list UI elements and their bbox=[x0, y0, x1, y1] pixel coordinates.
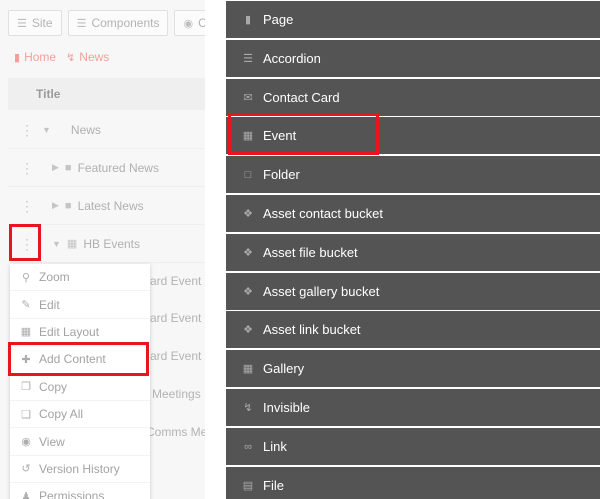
component-asset-gallery-bucket[interactable]: ❖ Asset gallery bucket bbox=[226, 273, 600, 310]
component-page[interactable]: ▮ Page bbox=[226, 1, 600, 38]
cms-tree-panel: ☰ Site ☰ Components ◉ C ▮ Home ↯ News Ti… bbox=[0, 0, 205, 499]
copy-icon: ❐ bbox=[21, 381, 31, 394]
component-invisible[interactable]: ↯ Invisible bbox=[226, 389, 600, 426]
nav-components-label: Components bbox=[91, 16, 160, 30]
history-icon: ↺ bbox=[21, 463, 31, 476]
dropbox-icon: ❖ bbox=[243, 286, 253, 298]
dropbox-icon: ❖ bbox=[243, 324, 253, 336]
menu-item-copy[interactable]: ❐ Copy bbox=[10, 374, 150, 401]
row-label: HB Events bbox=[83, 236, 141, 251]
grid-icon: ▦ bbox=[242, 363, 254, 375]
component-list: ▮ Page ☰ Accordion ✉ Contact Card ▦ Even… bbox=[226, 0, 600, 499]
menu-item-copy-all[interactable]: ❑ Copy All bbox=[10, 401, 150, 429]
nav-site-button[interactable]: ☰ Site bbox=[8, 10, 62, 36]
component-asset-file-bucket[interactable]: ❖ Asset file bucket bbox=[226, 234, 600, 271]
component-contact-card[interactable]: ✉ Contact Card bbox=[226, 79, 600, 116]
highlight-event bbox=[228, 113, 379, 155]
breadcrumb-home[interactable]: ▮ Home bbox=[14, 50, 56, 64]
highlight-row-handle bbox=[9, 224, 41, 261]
component-gallery[interactable]: ▦ Gallery bbox=[226, 350, 600, 387]
chevron-right-icon[interactable]: ▶ bbox=[52, 200, 59, 211]
breadcrumb-home-label: Home bbox=[24, 50, 57, 64]
component-folder[interactable]: □ Folder bbox=[226, 156, 600, 193]
file-text-icon: ▤ bbox=[242, 480, 254, 492]
calendar-icon: ▦ bbox=[66, 238, 78, 250]
sitemap-icon: ☰ bbox=[17, 17, 27, 30]
folder-icon: ■ bbox=[64, 161, 72, 174]
row-fragment: Comms Mee bbox=[146, 425, 205, 439]
nav-toggle-label: C bbox=[198, 16, 205, 30]
row-fragment: Meetings bbox=[152, 387, 201, 401]
component-asset-contact-bucket[interactable]: ❖ Asset contact bucket bbox=[226, 195, 600, 232]
row-label: Latest News bbox=[77, 198, 144, 213]
context-menu: ⚲ Zoom ✎ Edit ▦ Edit Layout ✚ Add Conten… bbox=[10, 264, 150, 499]
top-nav: ☰ Site ☰ Components ◉ C bbox=[8, 10, 205, 36]
link-icon: ∞ bbox=[244, 440, 252, 453]
breadcrumb-news-label: News bbox=[79, 50, 110, 64]
menu-item-version-history[interactable]: ↺ Version History bbox=[10, 456, 150, 484]
row-fragment: ard Event 3 bbox=[150, 349, 205, 363]
zoom-icon: ⚲ bbox=[21, 271, 31, 284]
menu-item-zoom[interactable]: ⚲ Zoom bbox=[10, 264, 150, 292]
component-accordion[interactable]: ☰ Accordion bbox=[226, 40, 600, 77]
row-fragment: ard Event 2 bbox=[150, 311, 205, 325]
bolt-icon: ↯ bbox=[243, 402, 253, 414]
row-label: News bbox=[70, 122, 101, 137]
table-row[interactable]: ⋮ ▶ ■ Featured News bbox=[8, 149, 205, 187]
breadcrumb-news[interactable]: ↯ News bbox=[66, 50, 109, 64]
users-icon: ♟ bbox=[21, 490, 31, 499]
menu-item-view[interactable]: ◉ View bbox=[10, 428, 150, 456]
component-file[interactable]: ▤ File bbox=[226, 467, 600, 499]
toggle-icon: ◉ bbox=[183, 17, 194, 30]
list-icon: ☰ bbox=[243, 53, 253, 65]
chevron-right-icon[interactable]: ▶ bbox=[52, 162, 59, 173]
folder-open-icon: □ bbox=[244, 168, 252, 181]
row-handle-icon[interactable]: ⋮ bbox=[20, 199, 34, 213]
highlight-add-content bbox=[8, 342, 149, 376]
dropbox-icon: ❖ bbox=[243, 247, 253, 259]
file-icon: ▮ bbox=[244, 14, 252, 26]
row-handle-icon[interactable]: ⋮ bbox=[20, 161, 34, 175]
table-row[interactable]: ⋮ ▶ ■ Latest News bbox=[8, 187, 205, 225]
globe-icon: ◉ bbox=[21, 436, 31, 449]
row-fragment: ard Event bbox=[150, 274, 202, 288]
list-icon: ☰ bbox=[76, 17, 87, 30]
menu-item-edit[interactable]: ✎ Edit bbox=[10, 291, 150, 319]
row-label: Featured News bbox=[77, 160, 159, 175]
component-asset-link-bucket[interactable]: ❖ Asset link bucket bbox=[226, 311, 600, 348]
table-header-title: Title bbox=[8, 78, 205, 110]
file-icon: ▮ bbox=[14, 51, 21, 64]
row-handle-icon[interactable]: ⋮ bbox=[20, 123, 34, 137]
folder-icon: ■ bbox=[64, 199, 72, 212]
nav-toggle-button[interactable]: ◉ C bbox=[174, 10, 205, 36]
breadcrumb: ▮ Home ↯ News bbox=[14, 50, 109, 64]
dropbox-icon: ❖ bbox=[243, 208, 253, 220]
nav-site-label: Site bbox=[31, 16, 53, 30]
menu-item-permissions[interactable]: ♟ Permissions bbox=[10, 483, 150, 499]
copy-all-icon: ❑ bbox=[21, 408, 31, 421]
component-link[interactable]: ∞ Link bbox=[226, 428, 600, 465]
envelope-icon: ✉ bbox=[243, 92, 253, 104]
chevron-down-icon[interactable]: ▼ bbox=[52, 239, 61, 249]
chevron-down-icon[interactable]: ▼ bbox=[42, 125, 51, 135]
grid-icon: ▦ bbox=[20, 326, 32, 339]
pencil-icon: ✎ bbox=[21, 299, 31, 312]
table-row[interactable]: ⋮ ▼ News bbox=[8, 111, 205, 149]
nav-components-button[interactable]: ☰ Components bbox=[67, 10, 169, 36]
bolt-icon: ↯ bbox=[66, 51, 76, 64]
